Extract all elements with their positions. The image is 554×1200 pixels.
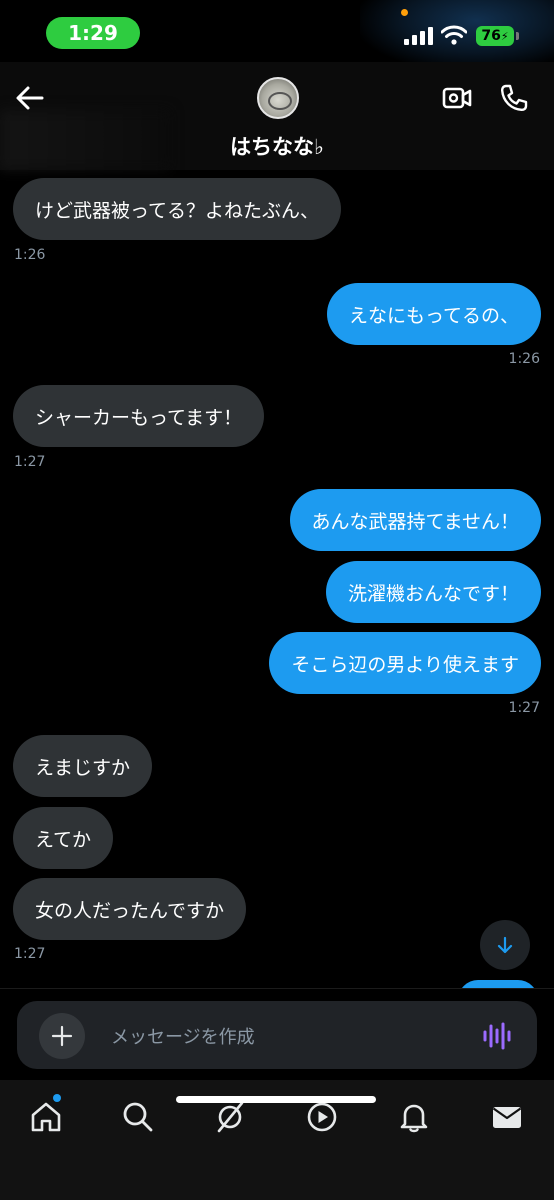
charging-bolt-icon: ⚡ <box>500 29 509 43</box>
message-timestamp: 1:26 <box>14 247 46 263</box>
message-incoming[interactable]: シャーカーもってます！ <box>13 385 265 447</box>
video-camera-icon <box>442 87 472 109</box>
bell-icon <box>400 1104 428 1133</box>
message-outgoing-partial <box>458 980 538 988</box>
message-outgoing[interactable]: あんな武器持てません！ <box>289 489 541 551</box>
notification-dot <box>53 1094 61 1102</box>
message-outgoing[interactable]: 洗濯機おんなです！ <box>325 561 541 623</box>
scroll-to-bottom-button[interactable] <box>480 920 530 970</box>
phone-icon <box>500 84 528 112</box>
message-composer[interactable]: メッセージを作成 <box>17 1001 537 1069</box>
voice-call-button[interactable] <box>498 82 530 114</box>
composer-bar: メッセージを作成 <box>0 988 554 1081</box>
message-incoming[interactable]: けど武器被ってる？よねたぶん、 <box>13 178 342 240</box>
play-icon <box>307 1102 337 1132</box>
message-timestamp: 1:27 <box>14 946 46 962</box>
tab-home[interactable] <box>29 1100 63 1134</box>
tab-grok[interactable] <box>213 1100 247 1134</box>
message-incoming[interactable]: えまじすか <box>13 735 153 797</box>
message-thread[interactable]: けど武器被ってる？よねたぶん、 1:26 えなにもってるの、 1:26 シャーカ… <box>0 170 554 988</box>
add-attachment-button[interactable] <box>39 1013 85 1059</box>
video-call-button[interactable] <box>441 82 473 114</box>
message-input[interactable]: メッセージを作成 <box>111 1023 255 1049</box>
message-incoming[interactable]: えてか <box>13 807 114 869</box>
message-timestamp: 1:27 <box>508 700 540 716</box>
mail-icon <box>492 1107 522 1128</box>
search-icon <box>123 1102 153 1132</box>
home-indicator[interactable] <box>176 1096 376 1103</box>
back-button[interactable] <box>14 82 46 114</box>
message-incoming[interactable]: 女の人だったんですか <box>13 878 247 940</box>
cellular-signal-icon <box>404 27 433 45</box>
contact-name[interactable]: はちなな♭ <box>0 131 554 161</box>
status-bar: 1:29 76 ⚡ <box>0 0 554 70</box>
tab-video[interactable] <box>305 1100 339 1134</box>
plus-icon <box>51 1025 73 1047</box>
avatar-drawing <box>268 92 292 110</box>
conversation-header: はちなな♭ <box>0 62 554 170</box>
waveform-icon <box>483 1022 511 1050</box>
arrow-down-icon <box>497 936 513 954</box>
grok-icon <box>217 1101 244 1133</box>
battery-cap <box>516 32 519 40</box>
status-time[interactable]: 1:29 <box>46 17 140 49</box>
message-timestamp: 1:27 <box>14 454 46 470</box>
battery-indicator: 76 ⚡ <box>476 26 514 46</box>
tab-messages[interactable] <box>490 1100 524 1134</box>
tab-search[interactable] <box>121 1100 155 1134</box>
voice-message-button[interactable] <box>481 1021 513 1051</box>
contact-avatar[interactable] <box>257 77 299 119</box>
tab-notifications[interactable] <box>397 1100 431 1134</box>
arrow-left-icon <box>16 86 44 110</box>
message-timestamp: 1:26 <box>508 351 540 367</box>
home-icon <box>31 1102 61 1132</box>
battery-level: 76 <box>481 28 501 44</box>
message-outgoing[interactable]: えなにもってるの、 <box>326 283 541 345</box>
wifi-icon <box>441 25 467 45</box>
message-outgoing[interactable]: そこら辺の男より使えます <box>269 632 541 694</box>
mic-indicator-dot <box>401 9 408 16</box>
